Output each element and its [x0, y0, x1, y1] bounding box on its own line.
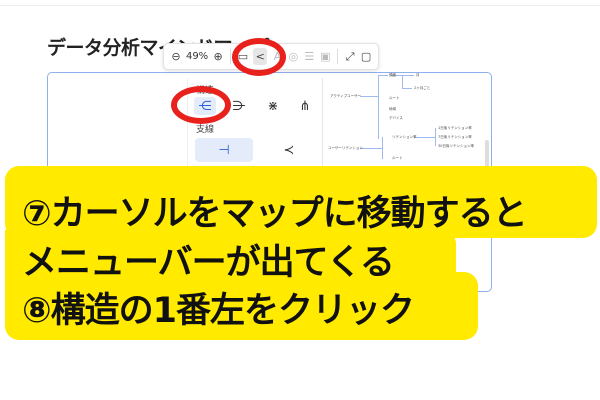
zoom-out-icon[interactable]: ⊖: [170, 50, 182, 64]
node-d1[interactable]: 1日後リテンション率: [438, 126, 472, 131]
annotation-line3: ⑧構造の1番左をクリック: [22, 291, 415, 331]
list-icon[interactable]: ☰: [303, 50, 315, 64]
highlight-circle-structure: [171, 86, 231, 124]
branch-square-icon[interactable]: ⊣: [195, 138, 253, 162]
node-device[interactable]: デバイス: [389, 116, 403, 121]
node-two-months[interactable]: 2ヶ月ごと: [414, 86, 430, 91]
zoom-level: 49%: [185, 51, 209, 62]
node-retention[interactable]: ユーザーリテンション: [328, 146, 363, 151]
zoom-in-icon[interactable]: ⊕: [212, 50, 224, 64]
node-month[interactable]: 月: [416, 73, 420, 78]
structure-tree-icon[interactable]: ⋔: [294, 97, 316, 115]
top-divider: [0, 0, 600, 6]
node-route-2[interactable]: ルート: [392, 156, 403, 161]
structure-right-icon[interactable]: ⋺: [228, 97, 250, 115]
check-icon[interactable]: ◎: [287, 50, 299, 64]
mindmap[interactable]: アクティブユーザー 頻度 月 2ヶ月ごと ルート 地域 デバイス ユーザーリテン…: [328, 72, 490, 172]
node-active-users[interactable]: アクティブユーザー: [330, 94, 361, 99]
node-d30[interactable]: 30日後リテンション率: [438, 144, 474, 149]
node-retention-rate[interactable]: リテンション率: [392, 135, 417, 140]
expand-icon[interactable]: ⤢: [344, 50, 356, 64]
annotation-line2: メニューバーが出てくる: [22, 243, 395, 283]
highlight-circle-toolbar: [232, 38, 286, 76]
annotation-line1: ⑦カーソルをマップに移動すると: [22, 194, 528, 234]
structure-both-icon[interactable]: ⋇: [262, 97, 284, 115]
node-region[interactable]: 地域: [389, 107, 396, 112]
node-route[interactable]: ルート: [389, 96, 400, 101]
comment-icon[interactable]: ▢: [360, 50, 372, 64]
image-icon[interactable]: ▣: [319, 50, 331, 64]
node-d7[interactable]: 7日後リテンション率: [438, 135, 472, 140]
node-frequency[interactable]: 頻度: [389, 73, 396, 78]
branch-curve-icon[interactable]: ≺: [260, 138, 318, 162]
